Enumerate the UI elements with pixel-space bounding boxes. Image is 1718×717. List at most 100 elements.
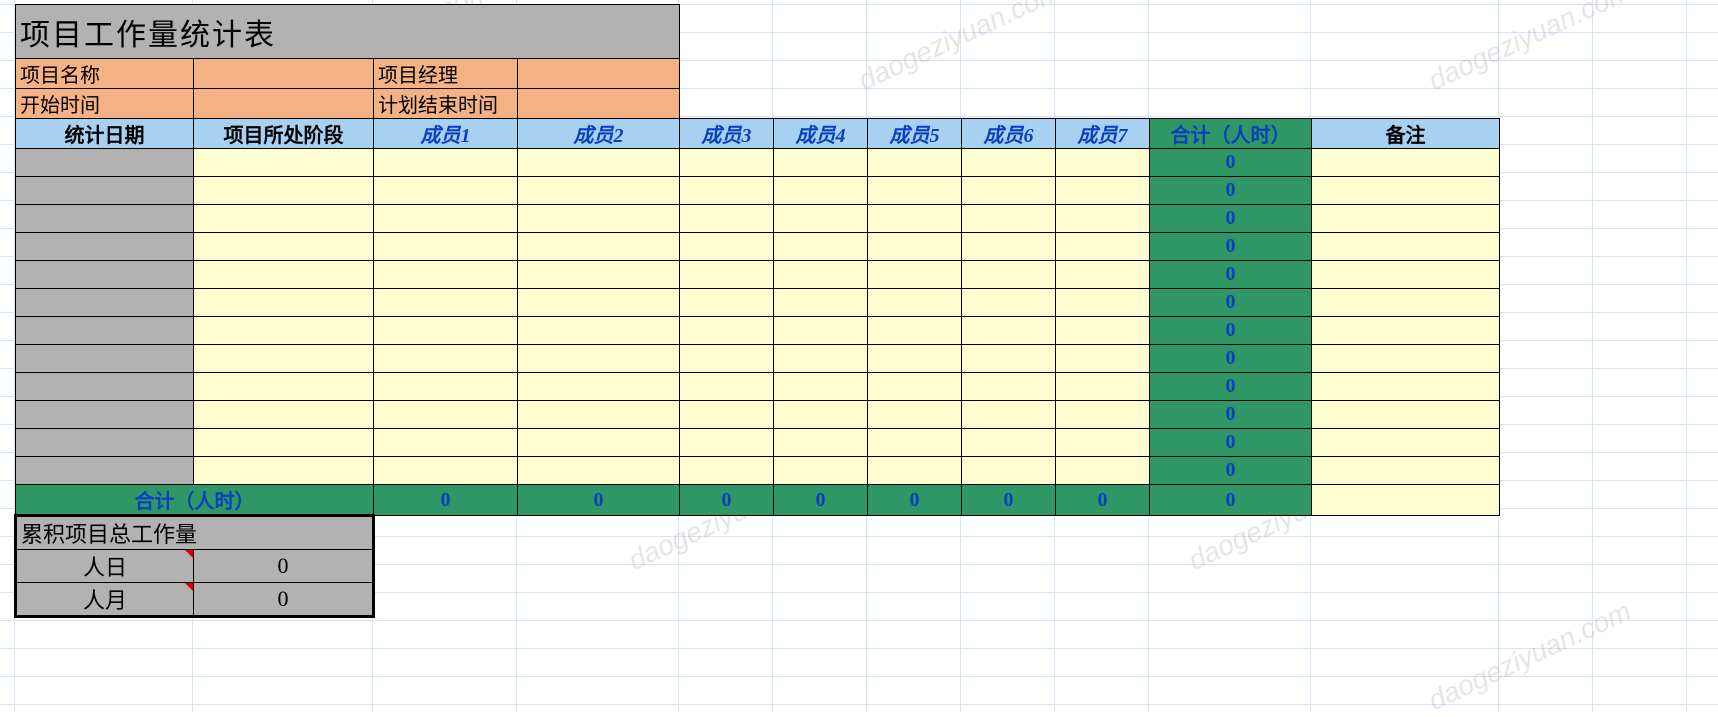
cell-m5[interactable] — [868, 345, 962, 373]
cell-remark[interactable] — [1312, 205, 1500, 233]
cell-date[interactable] — [16, 233, 194, 261]
cell-m1[interactable] — [374, 205, 518, 233]
cell-m2[interactable] — [518, 177, 680, 205]
cell-m2[interactable] — [518, 261, 680, 289]
footer-remark[interactable] — [1312, 485, 1500, 516]
cell-remark[interactable] — [1312, 373, 1500, 401]
cell-m7[interactable] — [1056, 345, 1150, 373]
cell-remark[interactable] — [1312, 149, 1500, 177]
pm-value[interactable] — [518, 59, 680, 89]
cell-m4[interactable] — [774, 233, 868, 261]
cell-m5[interactable] — [868, 317, 962, 345]
cell-m1[interactable] — [374, 233, 518, 261]
cell-phase[interactable] — [194, 205, 374, 233]
cell-m6[interactable] — [962, 317, 1056, 345]
cell-m1[interactable] — [374, 261, 518, 289]
cell-m4[interactable] — [774, 429, 868, 457]
cell-m4[interactable] — [774, 373, 868, 401]
cell-phase[interactable] — [194, 429, 374, 457]
cell-m7[interactable] — [1056, 457, 1150, 485]
cell-remark[interactable] — [1312, 457, 1500, 485]
cell-phase[interactable] — [194, 373, 374, 401]
cell-phase[interactable] — [194, 177, 374, 205]
cell-m5[interactable] — [868, 177, 962, 205]
cell-phase[interactable] — [194, 289, 374, 317]
cell-m6[interactable] — [962, 289, 1056, 317]
cell-date[interactable] — [16, 261, 194, 289]
cell-phase[interactable] — [194, 149, 374, 177]
cell-m2[interactable] — [518, 149, 680, 177]
cell-m4[interactable] — [774, 205, 868, 233]
cell-m1[interactable] — [374, 177, 518, 205]
cell-m5[interactable] — [868, 401, 962, 429]
cell-m1[interactable] — [374, 401, 518, 429]
cell-phase[interactable] — [194, 401, 374, 429]
cell-m5[interactable] — [868, 205, 962, 233]
cell-date[interactable] — [16, 317, 194, 345]
cell-m1[interactable] — [374, 457, 518, 485]
cell-phase[interactable] — [194, 345, 374, 373]
cell-m7[interactable] — [1056, 373, 1150, 401]
cell-m7[interactable] — [1056, 429, 1150, 457]
cell-phase[interactable] — [194, 317, 374, 345]
cell-m2[interactable] — [518, 205, 680, 233]
start-value[interactable] — [194, 89, 374, 119]
cell-m2[interactable] — [518, 345, 680, 373]
cell-m7[interactable] — [1056, 401, 1150, 429]
cell-date[interactable] — [16, 429, 194, 457]
cell-m1[interactable] — [374, 317, 518, 345]
cell-remark[interactable] — [1312, 177, 1500, 205]
cell-m7[interactable] — [1056, 261, 1150, 289]
cell-m5[interactable] — [868, 289, 962, 317]
cell-remark[interactable] — [1312, 345, 1500, 373]
cell-m2[interactable] — [518, 317, 680, 345]
cell-m5[interactable] — [868, 261, 962, 289]
cell-m7[interactable] — [1056, 317, 1150, 345]
cell-m2[interactable] — [518, 401, 680, 429]
cell-m3[interactable] — [680, 373, 774, 401]
cell-m2[interactable] — [518, 457, 680, 485]
cell-m6[interactable] — [962, 401, 1056, 429]
cell-m5[interactable] — [868, 373, 962, 401]
cell-date[interactable] — [16, 205, 194, 233]
cell-date[interactable] — [16, 373, 194, 401]
cell-phase[interactable] — [194, 233, 374, 261]
cell-date[interactable] — [16, 149, 194, 177]
cell-m1[interactable] — [374, 149, 518, 177]
cell-m5[interactable] — [868, 233, 962, 261]
cell-m4[interactable] — [774, 317, 868, 345]
cell-date[interactable] — [16, 289, 194, 317]
cell-m1[interactable] — [374, 289, 518, 317]
cell-m6[interactable] — [962, 429, 1056, 457]
cell-m6[interactable] — [962, 177, 1056, 205]
cell-m3[interactable] — [680, 429, 774, 457]
cell-phase[interactable] — [194, 261, 374, 289]
cell-m4[interactable] — [774, 177, 868, 205]
end-value[interactable] — [518, 89, 680, 119]
cell-m6[interactable] — [962, 205, 1056, 233]
cell-m2[interactable] — [518, 373, 680, 401]
cell-date[interactable] — [16, 457, 194, 485]
cell-m4[interactable] — [774, 345, 868, 373]
cell-m3[interactable] — [680, 149, 774, 177]
cell-m4[interactable] — [774, 149, 868, 177]
cell-date[interactable] — [16, 177, 194, 205]
cell-m3[interactable] — [680, 177, 774, 205]
cell-m4[interactable] — [774, 289, 868, 317]
cell-m5[interactable] — [868, 457, 962, 485]
cell-m3[interactable] — [680, 401, 774, 429]
cell-remark[interactable] — [1312, 401, 1500, 429]
cell-m7[interactable] — [1056, 233, 1150, 261]
cell-m1[interactable] — [374, 373, 518, 401]
cell-m4[interactable] — [774, 261, 868, 289]
cell-m4[interactable] — [774, 401, 868, 429]
cell-m6[interactable] — [962, 457, 1056, 485]
cell-m3[interactable] — [680, 205, 774, 233]
cell-m3[interactable] — [680, 289, 774, 317]
cell-m4[interactable] — [774, 457, 868, 485]
cell-m3[interactable] — [680, 233, 774, 261]
cell-m2[interactable] — [518, 429, 680, 457]
cell-m6[interactable] — [962, 261, 1056, 289]
cell-phase[interactable] — [194, 457, 374, 485]
cell-date[interactable] — [16, 345, 194, 373]
